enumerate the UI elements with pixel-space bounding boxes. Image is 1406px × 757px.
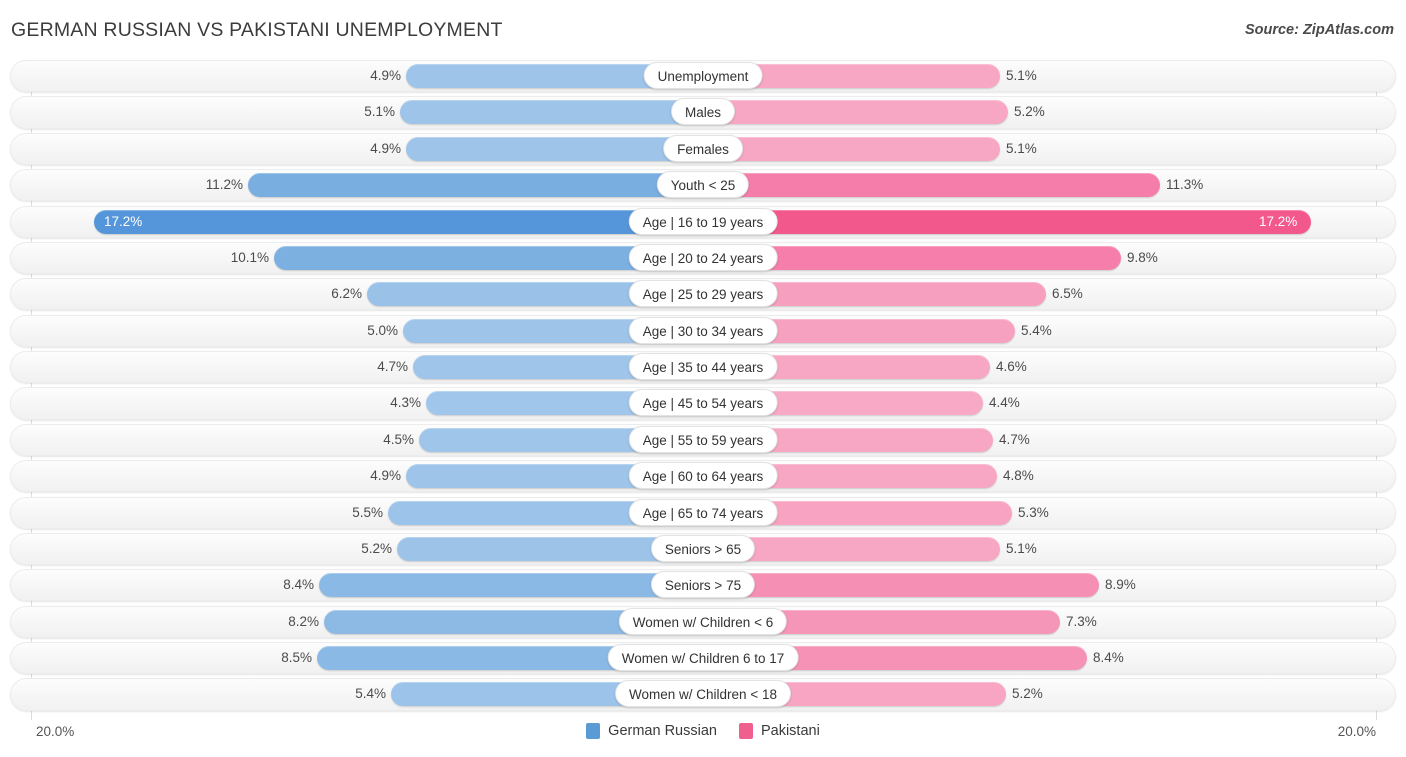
chart-footer: 20.0% 20.0% German Russian Pakistani (0, 718, 1406, 757)
bar-left-german-russian (406, 136, 703, 161)
value-label-right: 5.1% (1006, 140, 1037, 156)
page-title: GERMAN RUSSIAN VS PAKISTANI UNEMPLOYMENT (11, 19, 503, 41)
bar-row: 11.2% 11.3% Youth < 25 (0, 169, 1406, 202)
value-label-left: 8.4% (283, 577, 314, 593)
value-label-right: 6.5% (1052, 286, 1083, 302)
value-label-right: 5.3% (1018, 504, 1049, 520)
bar-left-german-russian (319, 573, 703, 598)
bar-left-german-russian (400, 100, 703, 125)
category-label-pill: Youth < 25 (656, 171, 750, 199)
value-label-right: 4.7% (999, 431, 1030, 447)
value-label-right: 7.3% (1066, 613, 1097, 629)
bar-row: 17.2% 17.2% Age | 16 to 19 years (0, 205, 1406, 238)
legend-label: Pakistani (760, 723, 820, 739)
bar-right-pakistani (703, 100, 1008, 125)
chart-plot-area: 4.9% 5.1% Unemployment 5.1% 5.2% Males 4.9% 5.1… (0, 60, 1406, 720)
category-label-pill: Age | 65 to 74 years (628, 498, 778, 526)
bar-row: 4.7% 4.6% Age | 35 to 44 years (0, 351, 1406, 384)
value-label-right: 5.4% (1021, 322, 1052, 338)
bar-row: 4.9% 5.1% Unemployment (0, 60, 1406, 93)
legend-swatch-icon (586, 723, 601, 739)
value-label-left: 5.5% (352, 504, 383, 520)
value-label-left: 17.2% (104, 213, 143, 229)
bar-row: 8.2% 7.3% Women w/ Children < 6 (0, 605, 1406, 638)
value-label-left: 8.2% (288, 613, 319, 629)
bar-row: 5.4% 5.2% Women w/ Children < 18 (0, 678, 1406, 711)
category-label-pill: Age | 55 to 59 years (628, 425, 778, 453)
bar-row: 4.9% 5.1% Females (0, 132, 1406, 165)
value-label-right: 5.2% (1012, 686, 1043, 702)
value-label-right: 4.8% (1003, 468, 1034, 484)
category-label-pill: Seniors > 75 (650, 571, 756, 599)
value-label-left: 5.4% (355, 686, 386, 702)
value-label-right: 4.6% (996, 359, 1027, 374)
value-label-right: 5.1% (1006, 540, 1037, 556)
value-label-left: 11.2% (205, 177, 243, 193)
value-label-left: 4.7% (377, 359, 408, 374)
legend-label: German Russian (608, 723, 717, 739)
category-label-pill: Males (670, 98, 736, 126)
value-label-right: 11.3% (1166, 177, 1204, 193)
legend-item[interactable]: German Russian (586, 723, 717, 739)
value-label-right: 4.4% (989, 395, 1020, 411)
bar-row: 4.3% 4.4% Age | 45 to 54 years (0, 387, 1406, 420)
legend-swatch-icon (738, 723, 753, 739)
value-label-left: 10.1% (230, 249, 269, 265)
category-label-pill: Age | 25 to 29 years (628, 280, 778, 308)
value-label-right: 9.8% (1127, 249, 1158, 265)
bar-row: 5.0% 5.4% Age | 30 to 34 years (0, 314, 1406, 347)
value-label-left: 5.2% (361, 540, 392, 556)
value-label-left: 4.9% (370, 140, 401, 156)
bar-row: 4.5% 4.7% Age | 55 to 59 years (0, 423, 1406, 456)
category-label-pill: Women w/ Children 6 to 17 (607, 644, 799, 671)
bar-row: 5.2% 5.1% Seniors > 65 (0, 532, 1406, 566)
value-label-left: 5.0% (367, 322, 398, 338)
value-label-left: 4.3% (390, 395, 421, 411)
bar-row: 10.1% 9.8% Age | 20 to 24 years (0, 241, 1406, 275)
category-label-pill: Age | 35 to 44 years (628, 353, 778, 380)
value-label-left: 6.2% (331, 286, 362, 302)
value-label-left: 4.5% (383, 431, 414, 447)
category-label-pill: Females (663, 134, 743, 162)
bar-left-german-russian (94, 209, 703, 234)
bar-row: 5.5% 5.3% Age | 65 to 74 years (0, 496, 1406, 529)
source-attribution: Source: ZipAtlas.com (1244, 22, 1394, 38)
bar-row: 4.9% 4.8% Age | 60 to 64 years (0, 460, 1406, 493)
category-label-pill: Age | 60 to 64 years (628, 462, 778, 490)
chart-legend: German Russian Pakistani (0, 723, 1406, 739)
category-label-pill: Unemployment (643, 62, 763, 89)
bar-row: 8.5% 8.4% Women w/ Children 6 to 17 (0, 642, 1406, 675)
bar-right-pakistani (703, 136, 1000, 161)
category-label-pill: Age | 30 to 34 years (628, 316, 778, 344)
value-label-left: 4.9% (370, 468, 401, 484)
chart-header: GERMAN RUSSIAN VS PAKISTANI UNEMPLOYMENT… (0, 0, 1406, 60)
category-label-pill: Age | 45 to 54 years (628, 389, 778, 417)
value-label-right: 5.2% (1014, 104, 1045, 120)
bar-right-pakistani (703, 209, 1311, 234)
category-label-pill: Age | 20 to 24 years (628, 243, 778, 271)
value-label-left: 5.1% (364, 104, 395, 120)
bar-row: 6.2% 6.5% Age | 25 to 29 years (0, 278, 1406, 311)
value-label-left: 8.5% (281, 650, 312, 665)
legend-item[interactable]: Pakistani (738, 723, 820, 739)
bar-row: 5.1% 5.2% Males (0, 96, 1406, 129)
category-label-pill: Women w/ Children < 18 (615, 680, 791, 708)
bar-right-pakistani (703, 173, 1160, 198)
bar-left-german-russian (248, 173, 703, 198)
category-label-pill: Women w/ Children < 6 (618, 607, 788, 635)
bar-row: 8.4% 8.9% Seniors > 75 (0, 569, 1406, 602)
bar-rows-container: 4.9% 5.1% Unemployment 5.1% 5.2% Males 4.9% 5.1… (0, 60, 1406, 715)
value-label-right: 17.2% (1259, 213, 1298, 229)
bar-right-pakistani (703, 573, 1099, 598)
category-label-pill: Age | 16 to 19 years (628, 207, 778, 235)
value-label-right: 8.9% (1105, 577, 1136, 593)
value-label-left: 4.9% (370, 68, 401, 83)
value-label-right: 8.4% (1093, 650, 1124, 665)
category-label-pill: Seniors > 65 (650, 534, 756, 562)
value-label-right: 5.1% (1006, 68, 1037, 83)
